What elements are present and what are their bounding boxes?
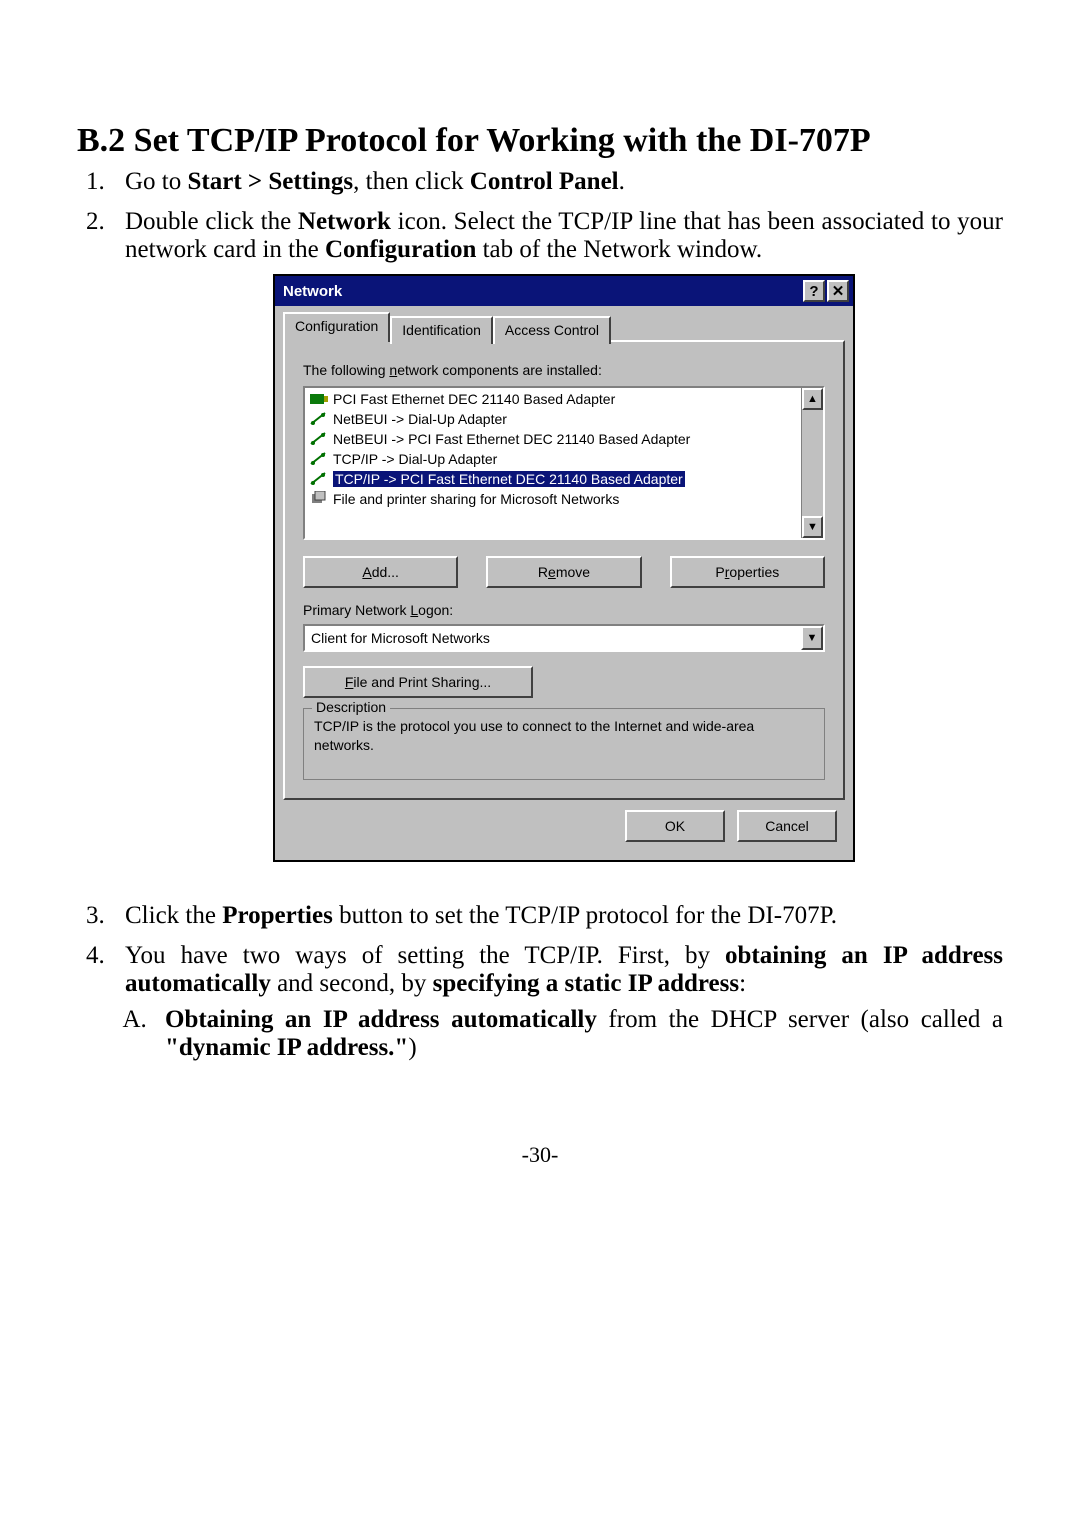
- list-item[interactable]: TCP/IP -> Dial-Up Adapter: [305, 449, 823, 469]
- scrollbar[interactable]: ▲ ▼: [801, 388, 823, 538]
- text: Double click the: [125, 208, 298, 235]
- close-button[interactable]: ✕: [827, 280, 849, 302]
- ok-button[interactable]: OK: [625, 810, 725, 842]
- protocol-icon: [309, 471, 329, 487]
- dropdown-icon[interactable]: ▼: [801, 626, 823, 650]
- text: Go to: [125, 168, 188, 195]
- step-4: You have two ways of setting the TCP/IP.…: [111, 942, 1003, 1062]
- text-bold: specifying a static IP address: [433, 970, 740, 997]
- step-3: Click the Properties button to set the T…: [111, 902, 1003, 930]
- text: and second, by: [271, 970, 433, 997]
- protocol-icon: [309, 451, 329, 467]
- cancel-button[interactable]: Cancel: [737, 810, 837, 842]
- primary-logon-label: Primary Network Logon:: [303, 602, 825, 618]
- text-bold: Obtaining an IP address automatically: [165, 1006, 597, 1033]
- combo-value: Client for Microsoft Networks: [311, 630, 490, 646]
- tab-strip: Configuration Identification Access Cont…: [283, 312, 845, 342]
- list-item-label: PCI Fast Ethernet DEC 21140 Based Adapte…: [333, 391, 615, 407]
- sub-list: Obtaining an IP address automatically fr…: [153, 1006, 1003, 1062]
- tab-identification[interactable]: Identification: [390, 316, 493, 344]
- text-bold: Network: [298, 208, 391, 235]
- description-text: TCP/IP is the protocol you use to connec…: [314, 717, 814, 755]
- properties-button[interactable]: Properties: [670, 556, 825, 588]
- step-1: Go to Start > Settings, then click Contr…: [111, 168, 1003, 196]
- list-item-selected[interactable]: TCP/IP -> PCI Fast Ethernet DEC 21140 Ba…: [305, 469, 823, 489]
- list-item-label: File and printer sharing for Microsoft N…: [333, 491, 619, 507]
- instruction-list: Go to Start > Settings, then click Contr…: [111, 168, 1003, 1062]
- page-number: -30-: [77, 1142, 1003, 1168]
- text-bold: Control Panel: [470, 168, 619, 195]
- list-item-label: NetBEUI -> PCI Fast Ethernet DEC 21140 B…: [333, 431, 690, 447]
- tab-panel-configuration: The following network components are ins…: [283, 340, 845, 800]
- primary-logon-combo[interactable]: Client for Microsoft Networks ▼: [303, 624, 825, 652]
- components-label: The following network components are ins…: [303, 362, 825, 378]
- adapter-card-icon: [309, 391, 329, 407]
- remove-button[interactable]: Remove: [486, 556, 641, 588]
- protocol-icon: [309, 411, 329, 427]
- dialog-title: Network: [283, 283, 342, 300]
- step-4a: Obtaining an IP address automatically fr…: [153, 1006, 1003, 1062]
- network-dialog: Network ? ✕ Configuration Identification…: [273, 274, 855, 862]
- list-item[interactable]: PCI Fast Ethernet DEC 21140 Based Adapte…: [305, 389, 823, 409]
- text: Click the: [125, 902, 222, 929]
- text: You have two ways of setting the TCP/IP.…: [125, 942, 725, 969]
- protocol-icon: [309, 431, 329, 447]
- list-item[interactable]: NetBEUI -> Dial-Up Adapter: [305, 409, 823, 429]
- components-listbox[interactable]: PCI Fast Ethernet DEC 21140 Based Adapte…: [303, 386, 825, 540]
- text: ): [408, 1034, 416, 1061]
- text-bold: Properties: [222, 902, 333, 929]
- page-title: B.2 Set TCP/IP Protocol for Working with…: [77, 122, 1003, 160]
- text: tab of the Network window.: [476, 236, 762, 263]
- text-bold: Start > Settings: [188, 168, 354, 195]
- text: :: [739, 970, 746, 997]
- list-item-label: TCP/IP -> Dial-Up Adapter: [333, 451, 497, 467]
- list-item-label: TCP/IP -> PCI Fast Ethernet DEC 21140 Ba…: [333, 471, 685, 487]
- help-button[interactable]: ?: [803, 280, 825, 302]
- list-item-label: NetBEUI -> Dial-Up Adapter: [333, 411, 507, 427]
- tab-configuration[interactable]: Configuration: [283, 312, 390, 342]
- file-and-print-sharing-button[interactable]: File and Print Sharing...: [303, 666, 533, 698]
- description-groupbox: Description TCP/IP is the protocol you u…: [303, 708, 825, 780]
- tab-access-control[interactable]: Access Control: [493, 316, 611, 344]
- description-legend: Description: [312, 699, 390, 715]
- text: , then click: [353, 168, 470, 195]
- text-bold: "dynamic IP address.": [165, 1034, 408, 1061]
- add-button[interactable]: Add...: [303, 556, 458, 588]
- step-2: Double click the Network icon. Select th…: [111, 208, 1003, 862]
- text: .: [619, 168, 625, 195]
- text-bold: Configuration: [325, 236, 476, 263]
- text: button to set the TCP/IP protocol for th…: [333, 902, 837, 929]
- list-item[interactable]: NetBEUI -> PCI Fast Ethernet DEC 21140 B…: [305, 429, 823, 449]
- text: from the DHCP server (also called a: [597, 1006, 1003, 1033]
- titlebar[interactable]: Network ? ✕: [275, 276, 853, 306]
- scroll-down-button[interactable]: ▼: [802, 516, 823, 538]
- list-item[interactable]: File and printer sharing for Microsoft N…: [305, 489, 823, 509]
- scroll-up-button[interactable]: ▲: [802, 388, 823, 410]
- service-icon: [309, 491, 329, 507]
